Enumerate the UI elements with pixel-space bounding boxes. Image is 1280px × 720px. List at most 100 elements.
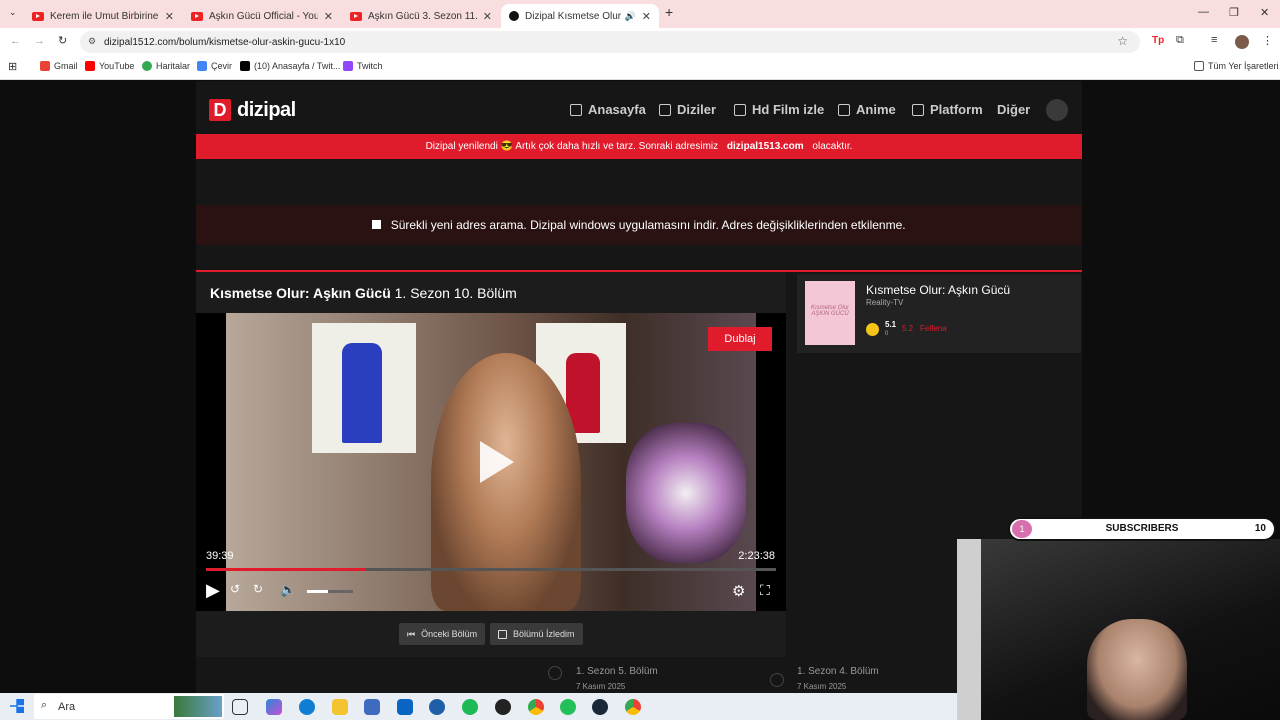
bookmark-twitter[interactable]: (10) Anasayfa / Twit...: [240, 61, 340, 71]
app-icon[interactable]: [429, 699, 445, 715]
browser-tab-1[interactable]: Kerem ile Umut Birbirine Girdi | ✕: [24, 4, 182, 28]
forward-icon[interactable]: →: [34, 35, 45, 47]
logo-mark[interactable]: D: [209, 99, 231, 121]
browser-tab-4-active[interactable]: Dizipal Kısmetse Olur: Aşkın 🔊 ✕: [501, 4, 659, 28]
dublaj-badge[interactable]: Dublaj: [708, 327, 772, 351]
logo-text[interactable]: dizipal: [237, 99, 296, 122]
show-poster[interactable]: Kısmetse Olur AŞKIN GÜCÜ: [805, 281, 855, 345]
site-info-icon[interactable]: ⚙: [88, 36, 96, 47]
grid-icon: [912, 103, 924, 116]
progress-fill: [206, 568, 366, 571]
translate-icon: [197, 61, 207, 71]
maps-pin-icon: [142, 61, 152, 71]
big-play-icon[interactable]: [480, 441, 514, 483]
show-title[interactable]: Kısmetse Olur: Aşkın Gücü: [866, 283, 1010, 297]
youtube-icon: [350, 11, 362, 21]
nav-platform[interactable]: Platform: [912, 102, 983, 117]
bookmark-gmail[interactable]: Gmail: [40, 61, 78, 71]
browser-tab-2[interactable]: Aşkın Gücü Official - YouTube ✕: [183, 4, 341, 28]
close-tab-icon[interactable]: ✕: [165, 10, 174, 23]
play-icon[interactable]: ▶: [206, 580, 220, 601]
windows-app-banner[interactable]: Sürekli yeni adres arama. Dizipal window…: [196, 205, 1082, 245]
obs-icon[interactable]: [495, 699, 511, 715]
task-view-icon[interactable]: [232, 699, 248, 715]
nav-film[interactable]: Hd Film izle: [734, 102, 824, 117]
taskbar-search[interactable]: ⌕ Ara: [34, 694, 224, 719]
progress-bar[interactable]: [206, 568, 776, 571]
youtube-icon: [85, 61, 95, 71]
url-bar[interactable]: ⚙ dizipal1512.com/bolum/kismetse-olur-as…: [80, 31, 1140, 53]
fullscreen-icon[interactable]: ⛶: [760, 582, 770, 599]
episode-link[interactable]: 1. Sezon 4. Bölüm: [797, 666, 879, 677]
windows-icon: [372, 220, 382, 229]
rewind-15-icon[interactable]: ↺: [230, 582, 240, 596]
close-tab-icon[interactable]: ✕: [642, 10, 651, 23]
nav-anime[interactable]: Anime: [838, 102, 896, 117]
steam-icon[interactable]: [592, 699, 608, 715]
bookmark-maps[interactable]: Haritalar: [142, 61, 190, 71]
nav-diger[interactable]: Diğer: [997, 102, 1030, 117]
apps-grid-icon[interactable]: ⊞: [8, 60, 17, 73]
webcam-door: [957, 539, 981, 720]
imdb-icon: [866, 323, 879, 336]
nav-diziler[interactable]: Diziler: [659, 102, 716, 117]
forward-15-icon[interactable]: ↻: [253, 582, 263, 596]
volume-icon[interactable]: 🔈: [280, 582, 296, 598]
video-player[interactable]: Dublaj 39:39 2:23:38 ▶ ↺ ↻ 🔈 ⚙ ⛶: [196, 313, 786, 611]
close-tab-icon[interactable]: ✕: [324, 10, 333, 23]
store-icon[interactable]: [364, 699, 380, 715]
nav-anasayfa[interactable]: Anasayfa: [570, 102, 646, 117]
episode-link[interactable]: 1. Sezon 5. Bölüm: [576, 666, 658, 677]
outlook-icon[interactable]: [397, 699, 413, 715]
new-tab-icon[interactable]: +: [665, 4, 673, 20]
episode-title: Kısmetse Olur: Aşkın Gücü 1. Sezon 10. B…: [196, 272, 786, 314]
browser-tab-3[interactable]: Aşkın Gücü 3. Sezon 11. Bölüm ✕: [342, 4, 500, 28]
show-info-card[interactable]: Kısmetse Olur AŞKIN GÜCÜ Kısmetse Olur: …: [797, 274, 1081, 353]
episode-actions: ⏮ Önceki Bölüm Bölümü İzledim: [196, 611, 786, 657]
url-text: dizipal1512.com/bolum/kismetse-olur-aski…: [104, 36, 346, 48]
reload-icon[interactable]: ↻: [58, 34, 67, 47]
mark-watched-button[interactable]: Bölümü İzledim: [490, 623, 583, 645]
current-time: 39:39: [206, 550, 234, 562]
browser-menu-icon[interactable]: ⋮: [1262, 34, 1273, 47]
settings-gear-icon[interactable]: ⚙: [732, 582, 745, 600]
file-explorer-icon[interactable]: [332, 699, 348, 715]
minimize-icon[interactable]: —: [1198, 6, 1209, 18]
spotify-icon[interactable]: [462, 699, 478, 715]
chrome-profile-icon[interactable]: [625, 699, 641, 715]
window-close-icon[interactable]: ✕: [1260, 6, 1269, 19]
extension-tp-icon[interactable]: Tp: [1152, 35, 1164, 46]
volume-fill: [307, 590, 328, 593]
volume-slider[interactable]: [307, 590, 353, 593]
webcam-person: [1087, 619, 1187, 720]
bookmark-translate[interactable]: Çevir: [197, 61, 232, 71]
bookmark-twitch[interactable]: Twitch: [343, 61, 383, 71]
site-header: D dizipal Anasayfa Diziler Hd Film izle …: [196, 88, 1082, 132]
twitch-icon: [343, 61, 353, 71]
edge-icon[interactable]: [299, 699, 315, 715]
copilot-icon[interactable]: [266, 699, 282, 715]
show-genre: Reality-TV: [866, 298, 904, 307]
user-avatar-button[interactable]: [1046, 99, 1068, 121]
all-bookmarks[interactable]: Tüm Yer İşaretleri: [1194, 61, 1279, 71]
previous-episode-button[interactable]: ⏮ Önceki Bölüm: [399, 623, 486, 645]
bookmark-star-icon[interactable]: ☆: [1117, 34, 1128, 48]
extensions-puzzle-icon[interactable]: ⧉: [1176, 34, 1184, 47]
episode-radio[interactable]: [770, 673, 784, 687]
chrome-icon[interactable]: [528, 699, 544, 715]
extra-label: Felfena: [920, 324, 947, 333]
profile-avatar[interactable]: [1235, 35, 1249, 49]
checkbox-icon: [498, 629, 507, 639]
bookmark-youtube[interactable]: YouTube: [85, 61, 134, 71]
total-time: 2:23:38: [738, 550, 775, 562]
back-icon[interactable]: ←: [10, 35, 21, 47]
episode-radio[interactable]: [548, 666, 562, 680]
subscribers-overlay: 1 SUBSCRIBERS 10: [1008, 517, 1276, 541]
windows-taskbar: ⌕ Ara: [0, 693, 957, 720]
restore-icon[interactable]: ❐: [1229, 6, 1239, 19]
start-icon[interactable]: [10, 699, 24, 713]
close-tab-icon[interactable]: ✕: [483, 10, 492, 23]
tab-search-chevron-icon[interactable]: ⌄: [9, 7, 17, 18]
media-control-icon[interactable]: ≡: [1211, 34, 1217, 46]
messenger-icon[interactable]: [560, 699, 576, 715]
